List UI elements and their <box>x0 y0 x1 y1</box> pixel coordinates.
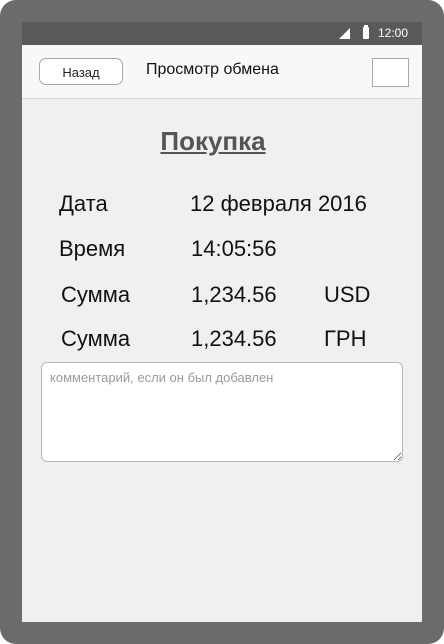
back-button[interactable]: Назад <box>39 58 123 85</box>
page-title: Покупка <box>160 126 266 156</box>
status-time: 12:00 <box>378 26 409 40</box>
app-bar: Назад Просмотр обмена <box>22 45 422 99</box>
amount-label: Сумма <box>61 326 131 351</box>
currency-label: USD <box>324 282 371 307</box>
status-bar: 12:00 <box>22 22 422 45</box>
battery-icon <box>363 25 369 39</box>
header-title: Просмотр обмена <box>146 61 279 78</box>
device-frame: 12:00 Назад Просмотр обмена Покупка Дата… <box>0 0 444 644</box>
time-label: Время <box>59 236 126 261</box>
date-value: 12 февраля 2016 <box>190 191 367 216</box>
amount-value: 1,234.56 <box>191 282 277 307</box>
amount-label: Сумма <box>61 282 131 307</box>
currency-label: ГРН <box>324 326 367 351</box>
date-label: Дата <box>59 191 108 216</box>
comment-field[interactable] <box>41 362 403 462</box>
menu-button[interactable] <box>372 58 409 87</box>
screen: 12:00 Назад Просмотр обмена Покупка Дата… <box>22 22 422 622</box>
time-value: 14:05:56 <box>191 236 277 261</box>
amount-value: 1,234.56 <box>191 326 277 351</box>
signal-icon <box>339 28 350 39</box>
